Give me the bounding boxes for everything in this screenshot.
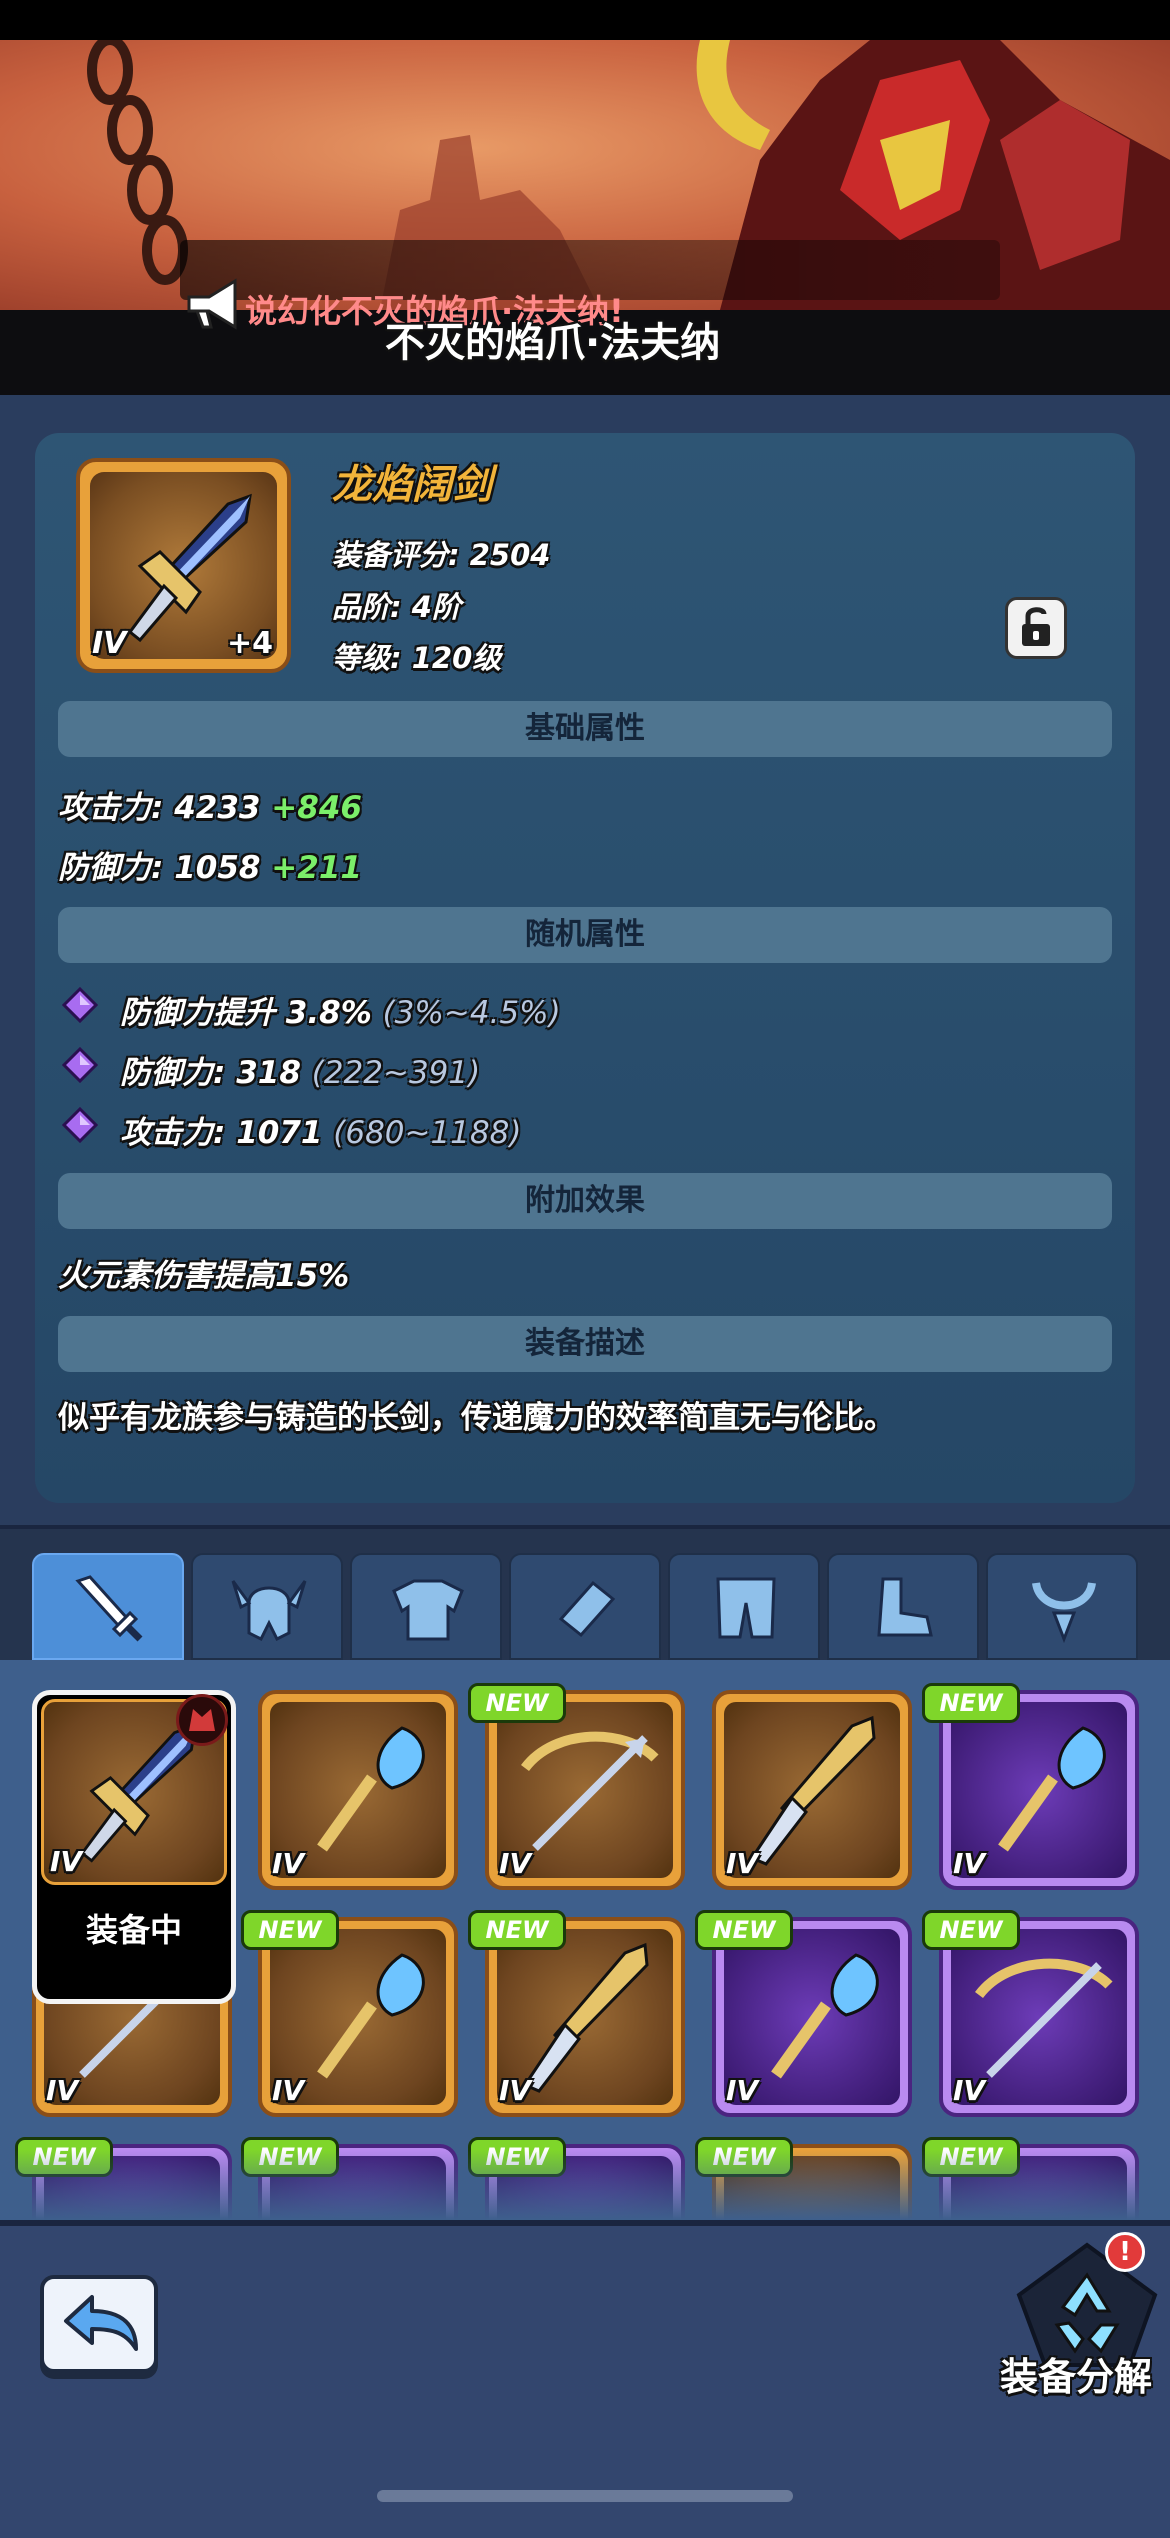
purple-gem-icon bbox=[62, 1047, 98, 1083]
tab-pants[interactable] bbox=[668, 1553, 820, 1660]
base-stat-defense: 防御力: 1058 +211 bbox=[58, 850, 362, 886]
base-attributes-header: 基础属性 bbox=[58, 701, 1112, 757]
tab-armor[interactable] bbox=[350, 1553, 502, 1660]
unlock-icon bbox=[1022, 607, 1050, 646]
purple-gem-icon bbox=[62, 987, 98, 1023]
new-badge: NEW bbox=[468, 1910, 566, 1950]
item-enhance-level: +4 bbox=[226, 626, 273, 661]
item-description: 似乎有龙族参与铸造的长剑，传递魔力的效率简直无与伦比。 bbox=[58, 1400, 895, 1436]
staff-icon bbox=[317, 1726, 425, 1852]
notification-badge: ! bbox=[1105, 2232, 1145, 2272]
random-attributes-header: 随机属性 bbox=[58, 907, 1112, 963]
random-stat-1: 防御力提升 3.8% (3%~4.5%) bbox=[120, 995, 561, 1031]
lock-button[interactable] bbox=[1005, 597, 1067, 659]
boots-icon bbox=[877, 1577, 933, 1637]
crossbow-icon bbox=[521, 1731, 659, 1851]
staff-icon bbox=[317, 1953, 425, 2079]
new-badge: NEW bbox=[922, 1910, 1020, 1950]
new-badge: NEW bbox=[468, 1683, 566, 1723]
tab-boots[interactable] bbox=[827, 1553, 979, 1660]
tab-necklace[interactable] bbox=[986, 1553, 1138, 1660]
tab-helmet[interactable] bbox=[191, 1553, 343, 1660]
item-grade: 品阶: 4阶 bbox=[332, 590, 461, 624]
tab-weapon[interactable] bbox=[32, 1553, 184, 1660]
new-badge: NEW bbox=[695, 1910, 793, 1950]
salvage-label[interactable]: 装备分解 bbox=[1000, 2346, 1152, 2401]
random-stat-2: 防御力: 318 (222~391) bbox=[120, 1055, 481, 1091]
banner-subtitle: 不灭的焰爪·法夫纳 bbox=[385, 320, 721, 366]
extra-effect-header: 附加效果 bbox=[58, 1173, 1112, 1229]
item-name: 龙焰阔剑 bbox=[332, 462, 492, 508]
necklace-icon bbox=[1032, 1581, 1096, 1644]
item-score: 装备评分: 2504 bbox=[332, 538, 551, 572]
item-tier: IV bbox=[92, 626, 127, 661]
hero-portrait-icon bbox=[176, 1694, 228, 1746]
staff-icon bbox=[998, 1726, 1106, 1852]
staff-icon bbox=[771, 1953, 879, 2079]
horned-helmet-icon bbox=[231, 1580, 307, 1642]
bracer-icon bbox=[558, 1580, 616, 1638]
description-header: 装备描述 bbox=[58, 1316, 1112, 1372]
new-badge: NEW bbox=[922, 1683, 1020, 1723]
back-button[interactable] bbox=[40, 2275, 158, 2373]
sword-icon bbox=[749, 1715, 876, 1866]
equipped-label: 装备中 bbox=[85, 1911, 182, 1949]
crossbow-icon bbox=[975, 1958, 1113, 2078]
status-bar bbox=[0, 0, 1170, 40]
extra-effect-text: 火元素伤害提高15% bbox=[58, 1258, 350, 1294]
sword-icon bbox=[522, 1942, 649, 2093]
item-level: 等级: 120级 bbox=[332, 641, 502, 675]
new-badge: NEW bbox=[241, 1910, 339, 1950]
home-indicator bbox=[377, 2490, 793, 2502]
tab-bracer[interactable] bbox=[509, 1553, 661, 1660]
megaphone-icon bbox=[187, 278, 237, 330]
inventory-item-sword[interactable]: IV bbox=[712, 1690, 912, 1890]
armor-icon bbox=[392, 1579, 464, 1641]
random-stat-3: 攻击力: 1071 (680~1188) bbox=[120, 1115, 522, 1151]
base-stat-attack: 攻击力: 4233 +846 bbox=[58, 790, 362, 826]
back-arrow-icon bbox=[64, 2295, 138, 2351]
item-icon: IV +4 bbox=[76, 458, 291, 673]
purple-gem-icon bbox=[62, 1107, 98, 1143]
inventory-item-staff[interactable]: IV bbox=[258, 1690, 458, 1890]
pants-icon bbox=[716, 1577, 776, 1639]
sword-icon bbox=[75, 1575, 143, 1642]
grid-fade bbox=[0, 2150, 1170, 2220]
